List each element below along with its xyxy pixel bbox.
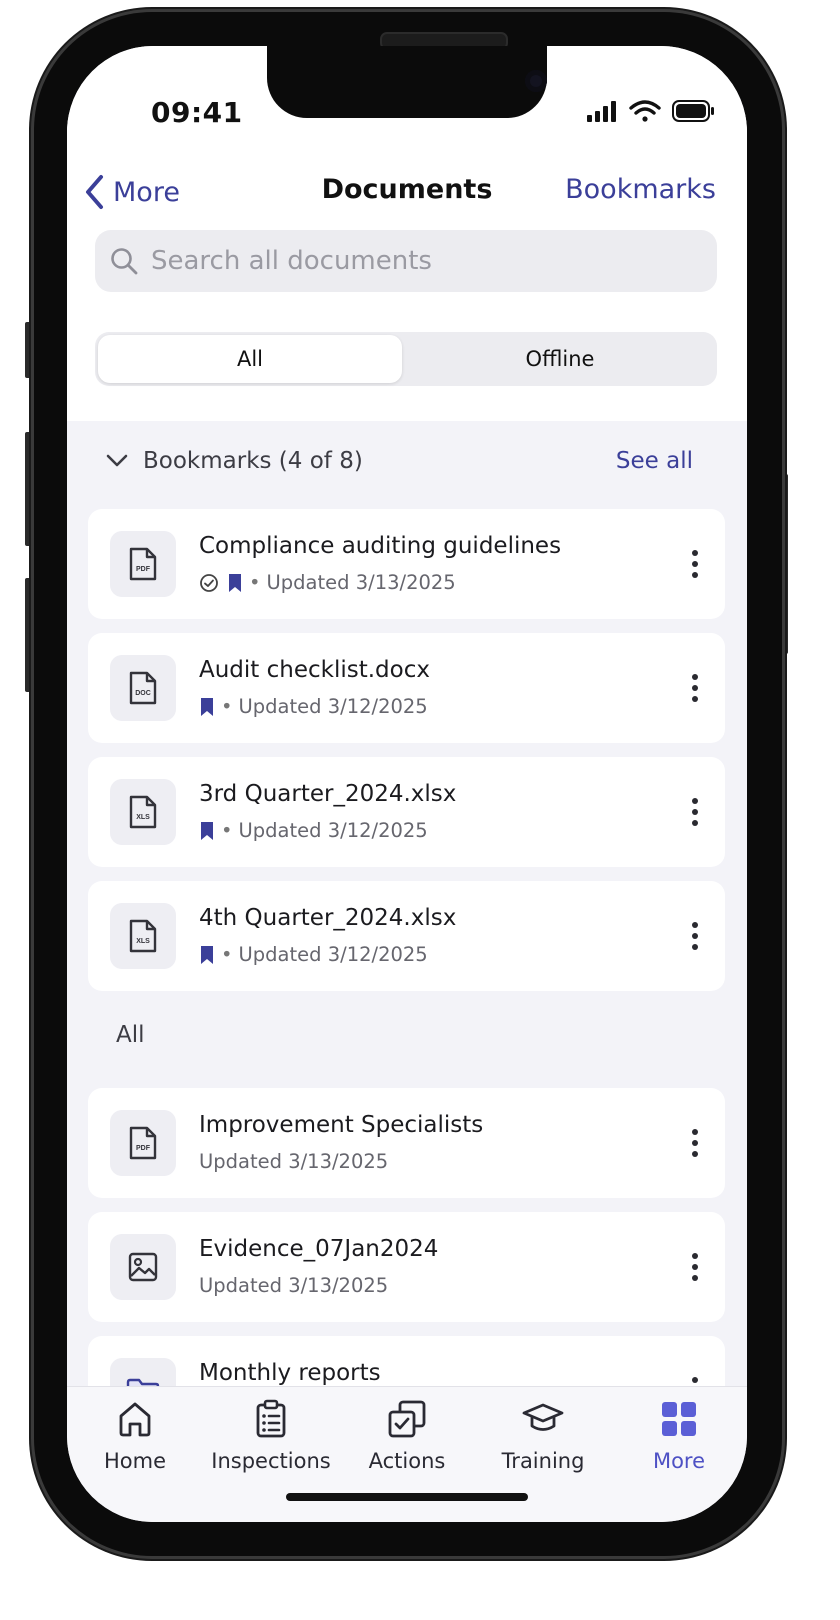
xls-file-icon: XLS <box>110 779 176 845</box>
home-icon <box>119 1402 151 1437</box>
document-meta: • Updated 3/12/2025 <box>199 943 428 966</box>
document-updated: Updated 3/13/2025 <box>266 571 456 594</box>
chevron-down-icon <box>106 454 128 467</box>
pdf-file-icon: PDF <box>110 531 176 597</box>
bookmarks-section-toggle[interactable]: Bookmarks (4 of 8) <box>105 448 363 474</box>
more-options-icon[interactable] <box>691 797 699 827</box>
document-meta: Updated 3/13/2025 <box>199 1150 388 1173</box>
segment-offline[interactable]: Offline <box>406 335 714 383</box>
more-options-icon[interactable] <box>691 549 699 579</box>
document-updated: Updated 3/12/2025 <box>238 943 428 966</box>
tab-inspections[interactable]: Inspections <box>203 1399 339 1473</box>
image-file-icon <box>110 1234 176 1300</box>
more-options-icon[interactable] <box>691 1252 699 1282</box>
tab-training[interactable]: Training <box>475 1399 611 1473</box>
document-card[interactable]: DOC Audit checklist.docx • Updated 3/12/… <box>88 633 725 743</box>
bookmarks-section-title: Bookmarks (4 of 8) <box>143 448 363 474</box>
document-meta: • Updated 3/12/2025 <box>199 695 428 718</box>
search-placeholder: Search all documents <box>151 246 432 276</box>
see-all-link[interactable]: See all <box>616 448 693 474</box>
segmented-control: All Offline <box>95 332 717 386</box>
document-card[interactable]: PDF Improvement Specialists Updated 3/13… <box>88 1088 725 1198</box>
notch <box>267 46 547 118</box>
more-options-icon[interactable] <box>691 921 699 951</box>
grid-icon <box>662 1402 696 1436</box>
tab-actions[interactable]: Actions <box>339 1399 475 1473</box>
actions-icon <box>388 1400 426 1438</box>
document-meta: Updated 3/13/2025 <box>199 1274 388 1297</box>
tab-inspections-label: Inspections <box>211 1449 331 1473</box>
document-updated: Updated 3/12/2025 <box>238 695 428 718</box>
document-meta: • Updated 3/12/2025 <box>199 819 428 842</box>
signal-icon <box>587 101 616 122</box>
camera-icon <box>525 70 547 92</box>
document-updated: Updated 3/13/2025 <box>199 1150 389 1173</box>
battery-icon <box>672 100 714 122</box>
more-options-icon[interactable] <box>691 1128 699 1158</box>
search-icon <box>111 248 138 275</box>
svg-text:DOC: DOC <box>135 690 151 697</box>
document-title: Evidence_07Jan2024 <box>199 1236 439 1262</box>
wifi-icon <box>629 100 661 122</box>
svg-text:PDF: PDF <box>136 1145 151 1152</box>
status-time: 09:41 <box>151 96 243 129</box>
document-title: Monthly reports <box>199 1360 381 1386</box>
all-section-title: All <box>116 1022 145 1048</box>
clipboard-icon <box>256 1399 286 1438</box>
segment-all[interactable]: All <box>98 335 402 383</box>
tab-home-label: Home <box>103 1449 166 1473</box>
document-title: 3rd Quarter_2024.xlsx <box>199 781 457 807</box>
document-updated: Updated 3/13/2025 <box>199 1274 389 1297</box>
document-title: Improvement Specialists <box>199 1112 484 1138</box>
bookmarks-button[interactable]: Bookmarks <box>565 174 716 205</box>
volume-down-button <box>25 578 32 692</box>
offline-check-icon <box>200 573 218 592</box>
separator-dot: • <box>249 571 261 594</box>
tab-more[interactable]: More <box>611 1399 747 1473</box>
tab-more-label: More <box>652 1449 706 1473</box>
svg-text:XLS: XLS <box>136 814 150 821</box>
phone-frame: 09:41 More Documents Bookmarks Search al… <box>34 12 782 1556</box>
document-card[interactable]: XLS 4th Quarter_2024.xlsx • Updated 3/12… <box>88 881 725 991</box>
svg-text:XLS: XLS <box>136 938 150 945</box>
document-meta: • Updated 3/13/2025 <box>199 571 456 594</box>
bookmark-icon <box>201 821 213 840</box>
pdf-file-icon: PDF <box>110 1110 176 1176</box>
separator-dot: • <box>221 943 233 966</box>
document-card[interactable]: PDF Compliance auditing guidelines • Upd… <box>88 509 725 619</box>
document-card[interactable]: Evidence_07Jan2024 Updated 3/13/2025 <box>88 1212 725 1322</box>
doc-file-icon: DOC <box>110 655 176 721</box>
document-title: 4th Quarter_2024.xlsx <box>199 905 457 931</box>
bookmark-icon <box>229 573 241 592</box>
svg-text:PDF: PDF <box>136 566 151 573</box>
power-button <box>781 474 788 654</box>
tab-bar: Home Inspections Actions Training More <box>67 1386 747 1522</box>
more-options-icon[interactable] <box>691 673 699 703</box>
search-field[interactable]: Search all documents <box>95 230 717 292</box>
separator-dot: • <box>221 695 233 718</box>
separator-dot: • <box>221 819 233 842</box>
bookmark-icon <box>201 697 213 716</box>
document-card[interactable]: XLS 3rd Quarter_2024.xlsx • Updated 3/12… <box>88 757 725 867</box>
document-title: Audit checklist.docx <box>199 657 430 683</box>
silent-switch <box>25 322 32 378</box>
status-icons <box>587 100 714 122</box>
xls-file-icon: XLS <box>110 903 176 969</box>
tab-training-label: Training <box>501 1449 585 1473</box>
document-updated: Updated 3/12/2025 <box>238 819 428 842</box>
tab-actions-label: Actions <box>368 1449 446 1473</box>
volume-up-button <box>25 432 32 546</box>
graduation-cap-icon <box>522 1403 564 1431</box>
document-title: Compliance auditing guidelines <box>199 533 562 559</box>
screen: 09:41 More Documents Bookmarks Search al… <box>67 46 747 1522</box>
tab-home[interactable]: Home <box>67 1399 203 1473</box>
bookmark-icon <box>201 945 213 964</box>
home-indicator <box>286 1493 528 1501</box>
